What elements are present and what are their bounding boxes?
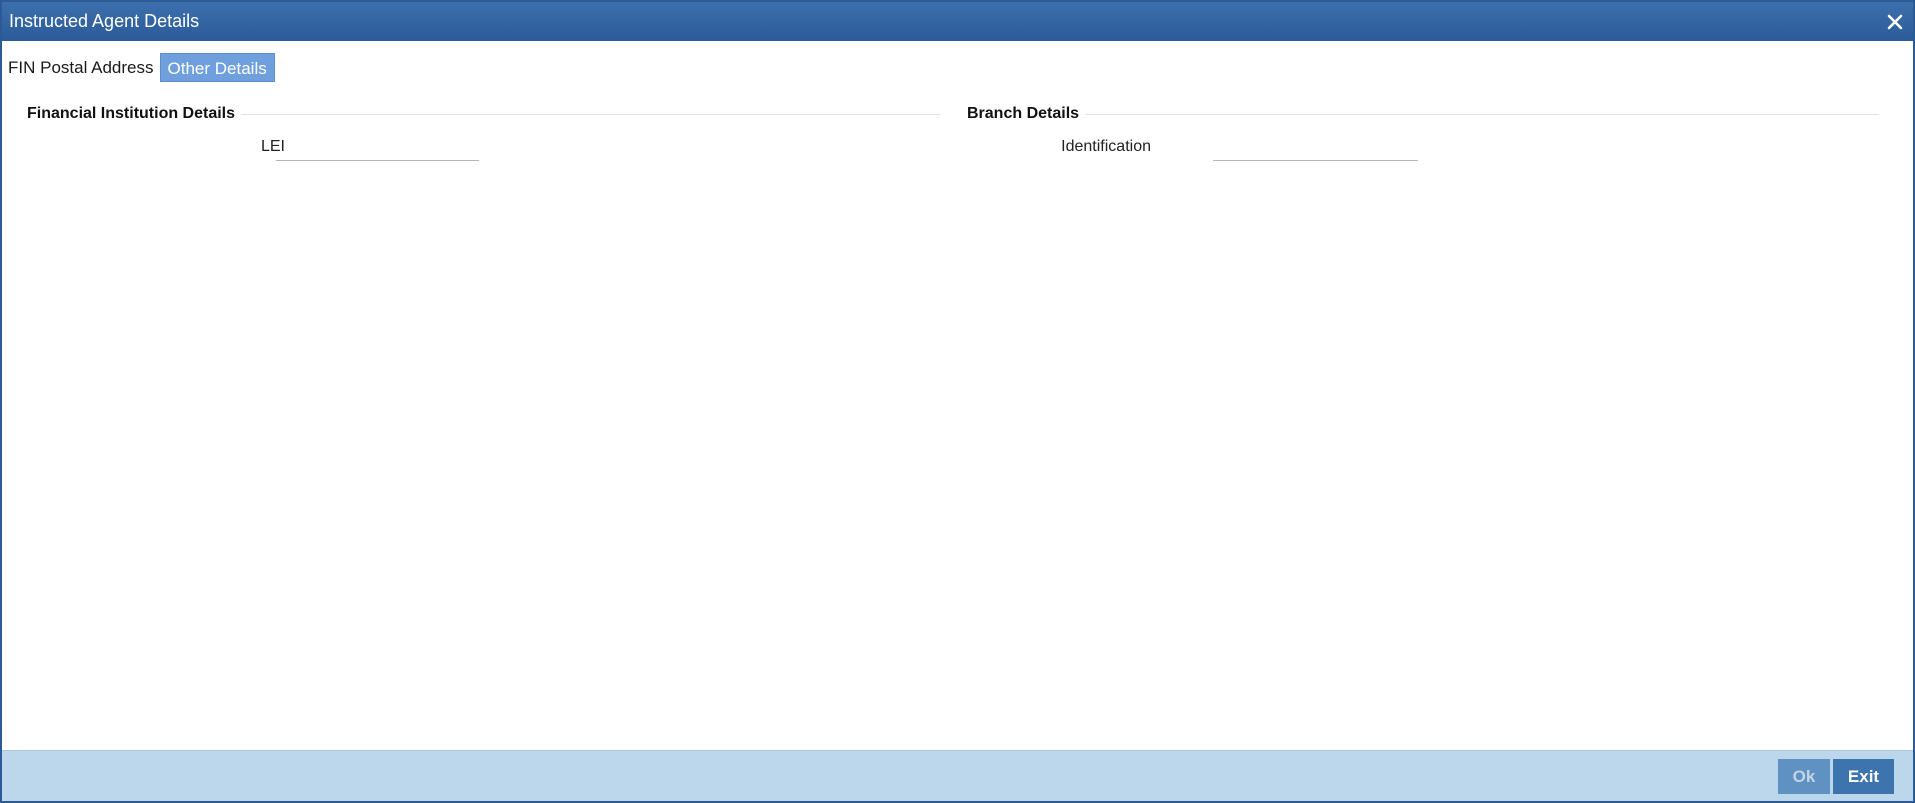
dialog-window: Instructed Agent Details FIN Postal Addr… — [0, 0, 1915, 803]
financial-institution-section: Financial Institution Details LEI — [27, 103, 940, 161]
close-button[interactable] — [1885, 12, 1905, 32]
identification-field-row: Identification — [967, 135, 1879, 161]
lei-field-row: LEI — [27, 135, 940, 161]
tab-other-details[interactable]: Other Details — [159, 53, 275, 82]
identification-input[interactable] — [1213, 135, 1418, 161]
ok-button[interactable]: Ok — [1778, 759, 1830, 794]
title-bar: Instructed Agent Details — [2, 2, 1913, 41]
exit-button[interactable]: Exit — [1833, 759, 1894, 794]
section-header: Branch Details — [967, 103, 1879, 125]
identification-label: Identification — [1061, 138, 1151, 155]
section-divider — [967, 114, 1879, 115]
window-title: Instructed Agent Details — [9, 11, 200, 31]
lei-input[interactable] — [276, 135, 479, 161]
branch-section: Branch Details Identification — [967, 103, 1879, 161]
section-header: Financial Institution Details — [27, 103, 940, 125]
close-icon — [1887, 14, 1903, 30]
section-title-branch: Branch Details — [967, 103, 1086, 125]
tab-fin-postal-address[interactable]: FIN Postal Address — [6, 53, 156, 82]
section-title-financial-institution: Financial Institution Details — [27, 103, 242, 125]
tab-strip: FIN Postal Address Other Details — [6, 53, 279, 82]
footer-bar: Ok Exit — [2, 750, 1913, 801]
